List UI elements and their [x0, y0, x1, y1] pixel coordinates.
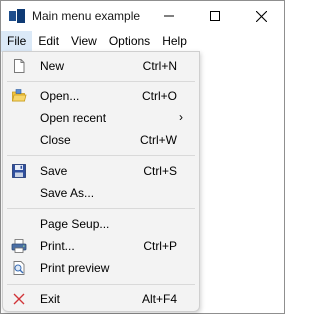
menu-item-close[interactable]: Close Ctrl+W	[7, 129, 195, 151]
menu-item-open[interactable]: Open... Ctrl+O	[7, 85, 195, 107]
menu-item-label: Save As...	[40, 186, 95, 200]
caption-buttons	[146, 1, 284, 31]
new-document-icon	[14, 59, 25, 73]
menu-item-page-setup[interactable]: Page Seup...	[7, 213, 195, 235]
menu-item-print[interactable]: Print... Ctrl+P	[7, 235, 195, 257]
open-folder-icon	[11, 89, 27, 102]
menu-item-label: Close	[40, 133, 71, 147]
menu-item-label: Print preview	[40, 261, 110, 275]
menu-item-label: Save	[40, 164, 68, 178]
menu-item-save-as[interactable]: Save As...	[7, 182, 195, 204]
minimize-button[interactable]	[146, 1, 192, 31]
chevron-right-icon: ›	[179, 110, 183, 124]
menu-file[interactable]: File	[1, 31, 33, 52]
menu-item-label: Page Seup...	[40, 217, 110, 231]
menu-item-save[interactable]: Save Ctrl+S	[7, 160, 195, 182]
close-icon	[255, 10, 267, 22]
window-title: Main menu example	[32, 9, 141, 23]
menu-item-label: New	[40, 59, 65, 73]
menu-item-shortcut: Ctrl+P	[143, 239, 177, 253]
menu-separator	[7, 155, 195, 156]
menu-item-shortcut: Ctrl+N	[142, 59, 177, 73]
menu-item-new[interactable]: New Ctrl+N	[7, 55, 195, 77]
title-bar[interactable]: Main menu example	[1, 1, 284, 31]
menu-item-open-recent[interactable]: Open recent ›	[7, 107, 195, 129]
exit-x-icon	[13, 293, 25, 305]
menu-help[interactable]: Help	[156, 31, 193, 52]
menu-item-label: Print...	[40, 239, 75, 253]
menu-item-shortcut: Ctrl+O	[141, 89, 177, 103]
printer-icon	[11, 239, 27, 253]
minimize-icon	[164, 15, 174, 17]
menu-item-label: Open recent	[40, 111, 107, 125]
maximize-button[interactable]	[192, 1, 238, 31]
menu-item-print-preview[interactable]: Print preview	[7, 257, 195, 279]
menu-item-exit[interactable]: Exit Alt+F4	[7, 288, 195, 310]
menu-item-label: Exit	[40, 292, 61, 306]
menu-item-label: Open...	[40, 89, 80, 103]
app-window-icon	[9, 8, 25, 24]
maximize-icon	[210, 11, 220, 21]
print-preview-icon	[13, 261, 25, 275]
menu-separator	[7, 208, 195, 209]
save-floppy-icon	[12, 164, 26, 178]
menu-options[interactable]: Options	[103, 31, 156, 52]
menu-item-shortcut: Ctrl+S	[143, 164, 177, 178]
menu-separator	[7, 81, 195, 82]
menu-edit[interactable]: Edit	[32, 31, 65, 52]
menu-view[interactable]: View	[65, 31, 103, 52]
menu-item-shortcut: Alt+F4	[141, 292, 177, 306]
menu-separator	[7, 284, 195, 285]
file-menu-popup: New Ctrl+N Open... Ctrl+O Open recent › …	[2, 51, 200, 312]
close-button[interactable]	[238, 1, 284, 31]
menu-item-shortcut: Ctrl+W	[140, 133, 177, 147]
menu-bar: File Edit View Options Help	[1, 31, 284, 52]
